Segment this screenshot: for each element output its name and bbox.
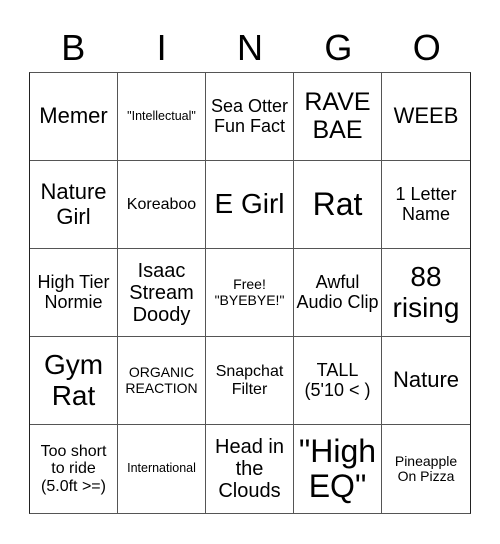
bingo-cell[interactable]: Nature [382, 337, 470, 425]
bingo-cell[interactable]: E Girl [206, 161, 294, 249]
bingo-cell[interactable]: ORGANIC REACTION [118, 337, 206, 425]
bingo-cell[interactable]: Koreaboo [118, 161, 206, 249]
bingo-cell[interactable]: Rat [294, 161, 382, 249]
bingo-cell[interactable]: Pineapple On Pizza [382, 425, 470, 513]
bingo-cell[interactable]: RAVE BAE [294, 73, 382, 161]
header-letter-b: B [61, 27, 86, 68]
header-letter-n: N [236, 27, 263, 68]
bingo-cell[interactable]: 1 Letter Name [382, 161, 470, 249]
bingo-cell[interactable]: "High EQ" [294, 425, 382, 513]
bingo-cell[interactable]: Snapchat Filter [206, 337, 294, 425]
bingo-cell[interactable]: "Intellectual" [118, 73, 206, 161]
header-letter-o: O [412, 27, 441, 68]
bingo-cell[interactable]: Nature Girl [30, 161, 118, 249]
free-space-cell[interactable]: Free! "BYEBYE!" [206, 249, 294, 337]
bingo-cell[interactable]: TALL (5'10 < ) [294, 337, 382, 425]
bingo-cell[interactable]: Awful Audio Clip [294, 249, 382, 337]
bingo-grid: Memer "Intellectual" Sea Otter Fun Fact … [29, 72, 471, 514]
bingo-cell[interactable]: Head in the Clouds [206, 425, 294, 513]
header-letter-i: I [156, 27, 167, 68]
bingo-cell[interactable]: Sea Otter Fun Fact [206, 73, 294, 161]
bingo-cell[interactable]: Too short to ride (5.0ft >=) [30, 425, 118, 513]
header-letter-g: G [324, 27, 353, 68]
bingo-cell[interactable]: Memer [30, 73, 118, 161]
bingo-cell[interactable]: Isaac Stream Doody [118, 249, 206, 337]
bingo-cell[interactable]: International [118, 425, 206, 513]
bingo-cell[interactable]: WEEB [382, 73, 470, 161]
bingo-cell[interactable]: Gym Rat [30, 337, 118, 425]
bingo-header: B I N G O [29, 24, 471, 72]
bingo-cell[interactable]: 88 rising [382, 249, 470, 337]
bingo-cell[interactable]: High Tier Normie [30, 249, 118, 337]
